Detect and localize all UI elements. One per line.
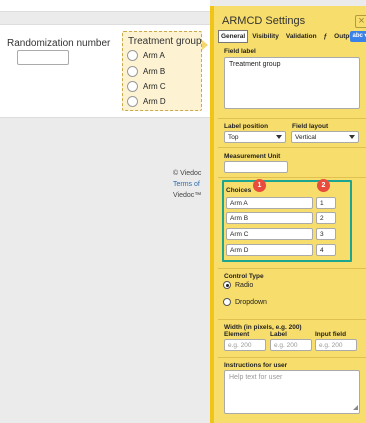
instructions-heading: Instructions for user — [224, 362, 288, 369]
chevron-down-icon — [276, 135, 282, 139]
width-heading: Width (in pixels, e.g. 200) — [224, 324, 302, 331]
tab-bar: General Visibility Validation ƒ Output — [218, 30, 359, 43]
radio-icon — [127, 96, 138, 107]
chevron-down-icon — [349, 135, 355, 139]
radio-icon — [127, 81, 138, 92]
arm-option[interactable]: Arm A — [127, 50, 165, 61]
width-input-heading: Input field — [315, 331, 347, 338]
measurement-unit-heading: Measurement Unit — [224, 153, 281, 160]
section-divider — [218, 118, 366, 119]
footer-brand: Viedoc™ — [173, 192, 202, 199]
radio-icon — [127, 50, 138, 61]
label-position-select[interactable]: Top — [224, 131, 286, 143]
control-type-dropdown[interactable]: Dropdown — [223, 298, 267, 306]
randomization-label: Randomization number — [7, 38, 111, 49]
arm-option[interactable]: Arm B — [127, 66, 165, 77]
width-label-input[interactable]: e.g. 200 — [270, 339, 312, 351]
badge-2: 2 — [317, 179, 330, 192]
section-divider — [218, 268, 366, 269]
field-label-textarea[interactable]: Treatment group — [224, 57, 360, 109]
section-divider — [218, 357, 366, 358]
close-icon[interactable]: × — [355, 15, 366, 28]
arm-option[interactable]: Arm C — [127, 81, 166, 92]
arm-option[interactable]: Arm D — [127, 96, 166, 107]
radio-icon — [127, 66, 138, 77]
control-type-heading: Control Type — [224, 273, 264, 280]
control-type-radio[interactable]: Radio — [223, 281, 253, 289]
footer-copyright: © Viedoc — [173, 170, 202, 177]
section-divider — [218, 177, 366, 178]
width-label-heading: Label — [270, 331, 287, 338]
label-position-heading: Label position — [224, 123, 269, 130]
randomization-input[interactable] — [17, 50, 69, 65]
dialog-title: ARMCD Settings — [222, 15, 306, 27]
tab-validation[interactable]: Validation — [282, 30, 320, 43]
field-label-heading: Field label — [224, 48, 256, 55]
measurement-unit-input[interactable] — [224, 161, 288, 173]
footer-terms-link[interactable]: Terms of — [173, 181, 200, 188]
badge-1: 1 — [253, 179, 266, 192]
choices-highlight — [222, 180, 352, 262]
width-element-input[interactable]: e.g. 200 — [224, 339, 266, 351]
resize-handle-icon[interactable] — [353, 405, 358, 410]
top-strip — [0, 0, 210, 12]
radio-icon — [223, 298, 231, 306]
instructions-textarea[interactable]: Help text for user — [224, 370, 360, 414]
treatment-group-label: Treatment group — [128, 36, 202, 47]
tab-visibility[interactable]: Visibility — [249, 30, 282, 43]
tab-function[interactable]: ƒ — [320, 30, 331, 43]
tab-abc-dropdown[interactable]: abc ▾ — [350, 31, 366, 42]
radio-selected-icon — [223, 281, 231, 289]
field-layout-heading: Field layout — [292, 123, 329, 130]
width-input-field-input[interactable]: e.g. 200 — [315, 339, 357, 351]
section-divider — [218, 147, 366, 148]
tab-general[interactable]: General — [218, 30, 249, 43]
width-element-heading: Element — [224, 331, 250, 338]
pointer-arrow — [202, 40, 208, 50]
field-layout-select[interactable]: Vertical — [291, 131, 359, 143]
section-divider — [218, 319, 366, 320]
